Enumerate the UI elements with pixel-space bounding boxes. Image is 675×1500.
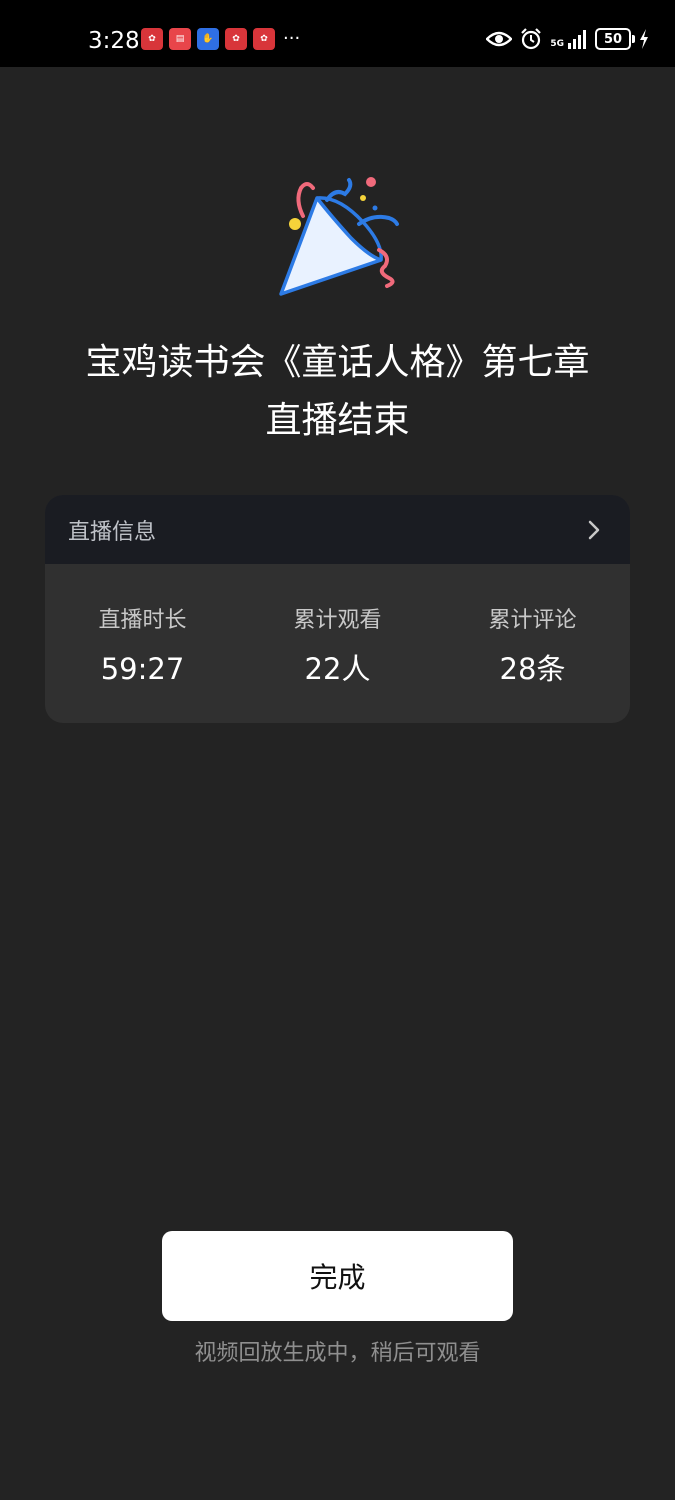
stat-label: 累计评论: [488, 608, 577, 633]
signal-icon: [568, 30, 586, 49]
replay-generating-note: 视频回放生成中，稍后可观看: [194, 1341, 481, 1366]
app-notification-icon: ✿: [253, 28, 275, 50]
live-info-header[interactable]: 直播信息: [45, 495, 630, 564]
app-notification-icon: ✿: [141, 28, 163, 50]
stat-label: 累计观看: [293, 608, 382, 633]
live-info-title: 直播信息: [68, 519, 157, 545]
battery-icon: 50: [595, 28, 635, 50]
stat-duration: 直播时长 59:27: [45, 606, 240, 686]
status-time: 3:28: [88, 28, 140, 54]
network-type: 5G: [550, 39, 564, 49]
signal-indicator: 5G: [550, 29, 587, 49]
status-bar: 3:28 ✿ ▤ ✋ ✿ ✿ ··· 5G 50: [0, 0, 675, 67]
charging-icon: [640, 29, 648, 49]
notification-icons: ✿ ▤ ✋ ✿ ✿ ···: [141, 28, 300, 50]
alarm-icon: [521, 28, 542, 50]
live-stats: 直播时长 59:27 累计观看 22人 累计评论 28条: [45, 564, 630, 686]
stat-value: 59:27: [100, 652, 185, 686]
stat-value: 22人: [304, 652, 371, 686]
page-title: 宝鸡读书会《童话人格》第七章 直播结束: [0, 334, 675, 450]
stat-label: 直播时长: [98, 608, 187, 633]
eye-icon: [486, 31, 513, 47]
app-notification-icon: ✿: [225, 28, 247, 50]
battery-level: 50: [603, 31, 623, 47]
stat-value: 28条: [499, 652, 566, 686]
live-info-card: 直播信息 直播时长 59:27 累计观看 22人 累计评论 28条: [45, 495, 630, 723]
live-ended-label: 直播结束: [265, 400, 410, 441]
done-button[interactable]: 完成: [162, 1231, 513, 1321]
party-popper-icon: [279, 177, 399, 296]
baidu-icon: ✋: [197, 28, 219, 50]
chevron-right-icon: [588, 520, 600, 539]
stat-total-views: 累计观看 22人: [240, 606, 435, 686]
book-app-icon: ▤: [169, 28, 191, 50]
live-title: 宝鸡读书会《童话人格》第七章: [85, 342, 590, 383]
stat-total-comments: 累计评论 28条: [435, 606, 630, 686]
more-notifications-icon: ···: [283, 28, 301, 49]
status-right: 5G 50: [486, 28, 649, 50]
